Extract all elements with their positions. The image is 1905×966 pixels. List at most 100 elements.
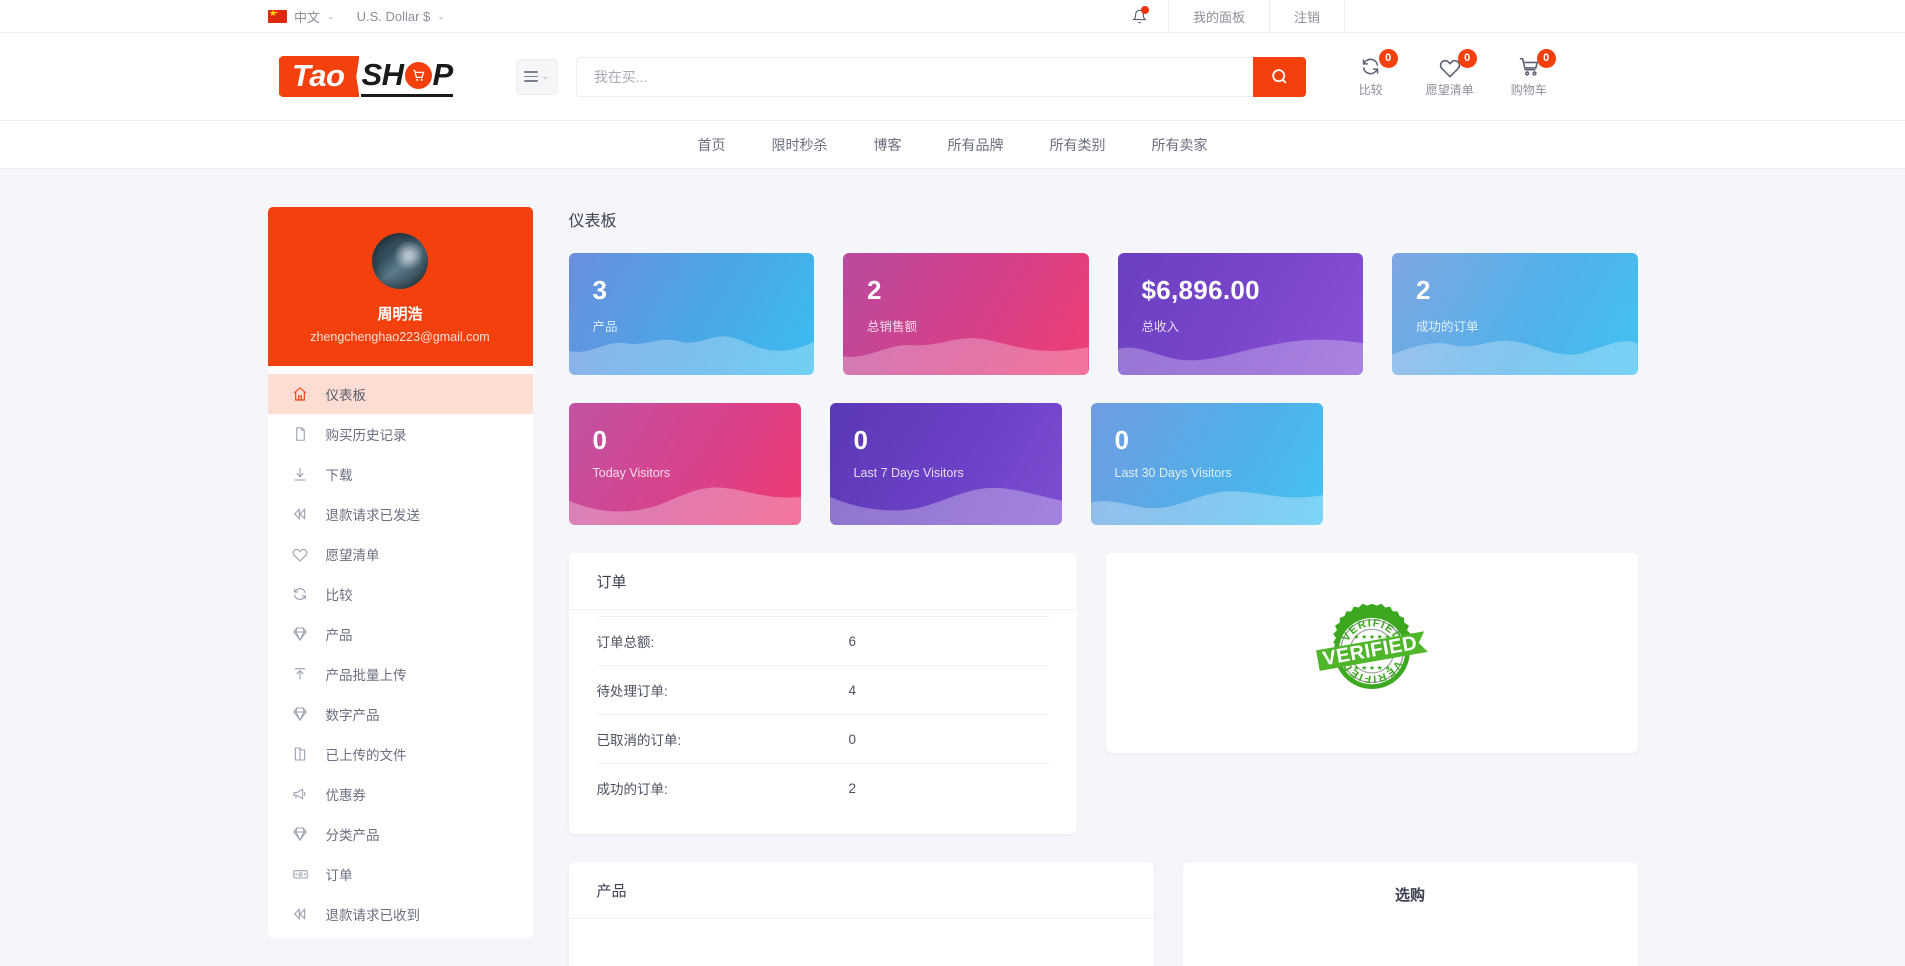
products-card: 产品 <box>568 862 1154 966</box>
main-content: 仪表板 3 产品 2 总销售额 $6,896.00 总收入 2 成功的订单 0 … <box>568 207 1638 966</box>
diamond-icon <box>292 706 309 722</box>
main-navigation: 首页 限时秒杀 博客 所有品牌 所有类别 所有卖家 <box>0 121 1905 169</box>
profile-email: zhengchenghao223@gmail.com <box>310 330 490 344</box>
nav-item-flash-sale[interactable]: 限时秒杀 <box>772 135 828 155</box>
cart-label: 购物车 <box>1510 82 1547 97</box>
stat-card-last30-visitors[interactable]: 0 Last 30 Days Visitors <box>1090 403 1323 525</box>
sidebar-item-label: 优惠券 <box>325 788 367 803</box>
search-button[interactable] <box>1252 56 1306 97</box>
nav-item-blog[interactable]: 博客 <box>874 135 902 155</box>
cart-button[interactable]: 购物车 0 <box>1506 48 1556 98</box>
sidebar-item-2[interactable]: 下载 <box>268 454 533 494</box>
document-icon <box>292 426 309 442</box>
logo-sh-text: SH <box>361 57 404 92</box>
sidebar-item-8[interactable]: 数字产品 <box>268 694 533 734</box>
stat-value: 2 <box>867 275 882 305</box>
sidebar-item-label: 下载 <box>325 468 353 483</box>
page-body: 周明浩 zhengchenghao223@gmail.com 仪表板购买历史记录… <box>0 169 1905 966</box>
orders-row-label: 待处理订单: <box>596 684 668 699</box>
logo-shop-text: SH P <box>361 56 453 97</box>
orders-row: 待处理订单: 4 <box>596 666 1049 715</box>
stat-label: Last 7 Days Visitors <box>853 466 964 480</box>
sidebar-item-label: 退款请求已发送 <box>325 508 421 523</box>
orders-row-label: 订单总额: <box>596 635 655 650</box>
refresh-icon <box>292 586 309 602</box>
shop-card: 选购 <box>1182 862 1638 966</box>
sidebar-item-12[interactable]: 订单 <box>268 854 533 894</box>
hamburger-icon <box>524 68 539 85</box>
nav-item-all-brands[interactable]: 所有品牌 <box>948 135 1004 155</box>
compare-button[interactable]: 比较 0 <box>1348 48 1398 98</box>
language-label: 中文 <box>294 9 321 25</box>
china-flag-icon <box>268 7 287 23</box>
my-panel-link[interactable]: 我的面板 <box>1167 0 1269 32</box>
stat-value: $6,896.00 <box>1141 275 1260 305</box>
sidebar-item-5[interactable]: 比较 <box>268 574 533 614</box>
cart-logo-icon <box>404 62 432 89</box>
site-logo[interactable]: Tao SH P <box>279 54 453 100</box>
stats-row-visitors: 0 Today Visitors 0 Last 7 Days Visitors … <box>568 403 1638 525</box>
sidebar-menu: 仪表板购买历史记录 下载退款请求已发送愿望清单比较产品产品批量上传 数字产品 已上传的… <box>267 366 533 938</box>
orders-row: 成功的订单: 2 <box>597 764 1049 812</box>
orders-row-label: 成功的订单: <box>596 782 668 797</box>
verified-stamp-icon: VERIFIED VERIFIED ★ ★ ★ ★ ★ ★ ★ ★ ★ ★ VE… <box>1315 599 1429 707</box>
sidebar-item-label: 退款请求已收到 <box>325 908 421 923</box>
sidebar-item-11[interactable]: 分类产品 <box>268 814 533 854</box>
stat-value: 0 <box>853 425 869 455</box>
stats-row-primary: 3 产品 2 总销售额 $6,896.00 总收入 2 成功的订单 <box>568 253 1638 375</box>
sidebar-item-7[interactable]: 产品批量上传 <box>268 654 533 694</box>
profile-name: 周明浩 <box>377 306 423 323</box>
categories-menu-button[interactable]: ⌄ <box>515 58 558 95</box>
nav-item-home[interactable]: 首页 <box>698 135 726 155</box>
stat-label: 总收入 <box>1141 320 1180 334</box>
stat-card-successful-orders[interactable]: 2 成功的订单 <box>1392 253 1638 375</box>
sidebar-item-label: 分类产品 <box>325 828 380 843</box>
stat-value: 2 <box>1416 275 1431 305</box>
avatar <box>372 233 428 289</box>
sidebar-item-3[interactable]: 退款请求已发送 <box>268 494 533 534</box>
search-input[interactable] <box>575 56 1253 97</box>
stat-card-products[interactable]: 3 产品 <box>568 253 814 375</box>
money-icon <box>292 866 309 882</box>
stat-label: Last 30 Days Visitors <box>1114 466 1232 480</box>
nav-item-all-categories[interactable]: 所有类别 <box>1050 135 1106 155</box>
sidebar-item-label: 产品 <box>325 628 353 643</box>
user-sidebar: 周明浩 zhengchenghao223@gmail.com 仪表板购买历史记录… <box>267 207 533 966</box>
sidebar-item-label: 比较 <box>325 588 353 603</box>
notification-dot <box>1140 6 1149 14</box>
cart-count-badge: 0 <box>1536 48 1556 68</box>
sidebar-item-0[interactable]: 仪表板 <box>267 374 533 414</box>
sidebar-item-13[interactable]: 退款请求已收到 <box>268 894 533 934</box>
site-header: Tao SH P ⌄ 比较 0 <box>0 33 1905 121</box>
nav-item-all-sellers[interactable]: 所有卖家 <box>1152 135 1208 155</box>
notifications-button[interactable] <box>1110 0 1168 32</box>
dashboard-cards-row: 订单 订单总额: 6 待处理订单: 4 已取消的订单: 0 成功的订单: 2 V… <box>568 553 1638 834</box>
currency-selector[interactable]: U.S. Dollar $ ⌄ <box>357 9 445 24</box>
orders-row-value: 0 <box>848 731 857 747</box>
stat-value: 3 <box>592 275 608 305</box>
stat-card-last7-visitors[interactable]: 0 Last 7 Days Visitors <box>829 403 1062 525</box>
currency-label: U.S. Dollar $ <box>356 8 431 24</box>
sidebar-item-6[interactable]: 产品 <box>268 614 533 654</box>
top-bar-left: 中文 ⌄ U.S. Dollar $ ⌄ <box>0 7 445 26</box>
header-icon-group: 比较 0 愿望清单 0 购物车 0 <box>1348 48 1556 98</box>
stat-label: 产品 <box>592 320 618 334</box>
sidebar-item-10[interactable]: 优惠券 <box>268 774 533 814</box>
orders-row-value: 6 <box>848 633 857 649</box>
stat-card-today-visitors[interactable]: 0 Today Visitors <box>568 403 801 525</box>
sidebar-item-4[interactable]: 愿望清单 <box>268 534 533 574</box>
sidebar-item-label: 购买历史记录 <box>325 428 407 443</box>
home-icon <box>292 386 309 402</box>
logout-link[interactable]: 注销 <box>1268 0 1345 32</box>
compare-count-badge: 0 <box>1378 48 1398 68</box>
sidebar-item-1[interactable]: 购买历史记录 <box>268 414 533 454</box>
stat-card-total-sales[interactable]: 2 总销售额 <box>843 253 1089 375</box>
wishlist-button[interactable]: 愿望清单 0 <box>1426 48 1477 98</box>
sidebar-item-9[interactable]: 已上传的文件 <box>268 734 533 774</box>
orders-card-title: 订单 <box>568 553 1077 610</box>
wishlist-count-badge: 0 <box>1457 48 1477 68</box>
stat-card-total-revenue[interactable]: $6,896.00 总收入 <box>1117 253 1363 375</box>
products-card-body <box>569 919 1154 966</box>
language-selector[interactable]: 中文 ⌄ <box>268 7 335 26</box>
top-bar-right: 我的面板 注销 <box>1110 0 1905 32</box>
